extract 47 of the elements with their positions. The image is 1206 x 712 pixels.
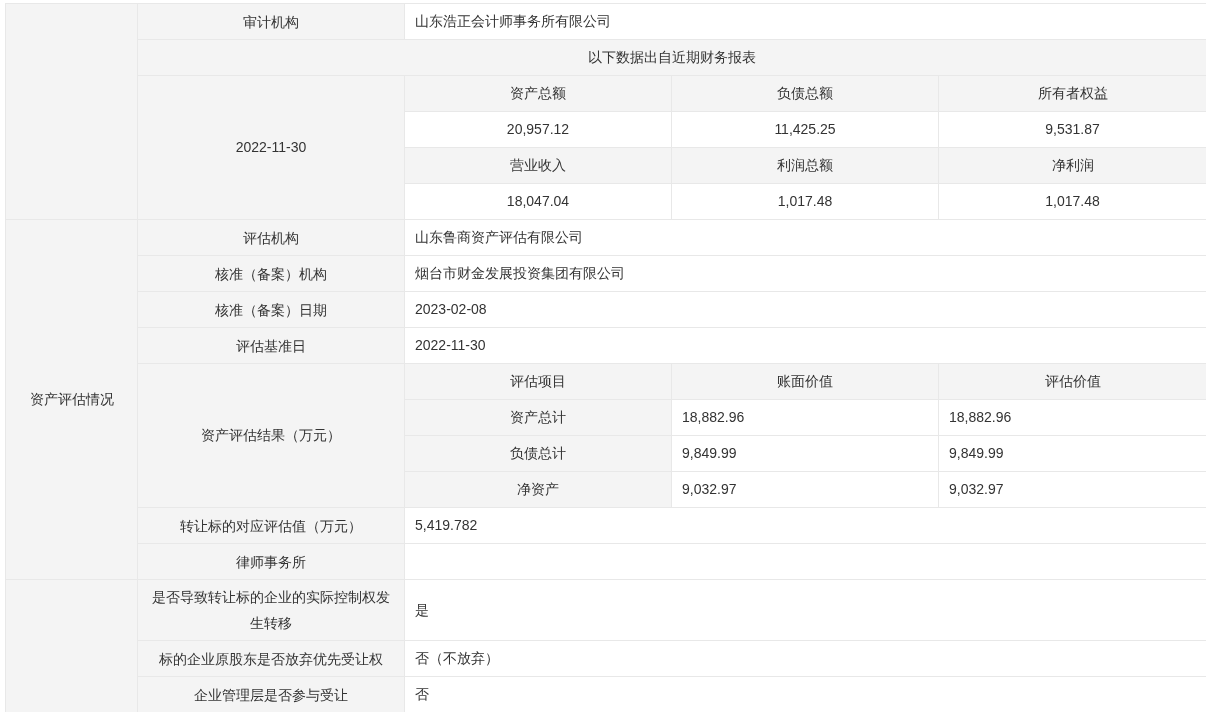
report-date: 2022-11-30: [137, 75, 405, 220]
field-label: 标的企业原股东是否放弃优先受让权: [137, 640, 405, 677]
table-cell: 18,882.96: [671, 399, 939, 436]
field-value: 否（不放弃）: [404, 640, 1206, 677]
field-label: 转让标的对应评估值（万元）: [137, 507, 405, 544]
column-header: 利润总额: [671, 147, 939, 184]
column-header: 资产总额: [404, 75, 672, 112]
field-label: 核准（备案）日期: [137, 291, 405, 328]
column-header: 净利润: [938, 147, 1206, 184]
field-label: 律师事务所: [137, 543, 405, 580]
field-label: 审计机构: [137, 3, 405, 40]
table-cell: 9,032.97: [671, 471, 939, 508]
field-label: 评估机构: [137, 219, 405, 256]
field-value: 2023-02-08: [404, 291, 1206, 328]
field-value: 烟台市财金发展投资集团有限公司: [404, 255, 1206, 292]
table-cell: 9,849.99: [671, 435, 939, 472]
column-header: 账面价值: [671, 363, 939, 400]
column-header: 所有者权益: [938, 75, 1206, 112]
column-header: 营业收入: [404, 147, 672, 184]
table-cell: 1,017.48: [938, 183, 1206, 220]
table-cell: 9,032.97: [938, 471, 1206, 508]
field-label: 资产评估结果（万元）: [137, 363, 405, 508]
field-value: 否: [404, 676, 1206, 712]
column-header: 评估项目: [404, 363, 672, 400]
table-cell: 18,882.96: [938, 399, 1206, 436]
field-label: 是否导致转让标的企业的实际控制权发生转移: [137, 579, 405, 641]
field-value: 山东浩正会计师事务所有限公司: [404, 3, 1206, 40]
table-cell: 9,531.87: [938, 111, 1206, 148]
section-label: 资产评估情况: [5, 219, 138, 580]
table-cell: 11,425.25: [671, 111, 939, 148]
column-header: 负债总额: [671, 75, 939, 112]
field-value: 5,419.782: [404, 507, 1206, 544]
field-label: 企业管理层是否参与受让: [137, 676, 405, 712]
section-heading: 以下数据出自近期财务报表: [137, 39, 1206, 76]
row-header: 负债总计: [404, 435, 672, 472]
column-header: 评估价值: [938, 363, 1206, 400]
table-cell: 1,017.48: [671, 183, 939, 220]
table-cell: 20,957.12: [404, 111, 672, 148]
table-cell: 18,047.04: [404, 183, 672, 220]
row-header: 资产总计: [404, 399, 672, 436]
table-cell: 9,849.99: [938, 435, 1206, 472]
row-header: 净资产: [404, 471, 672, 508]
field-value: 2022-11-30: [404, 327, 1206, 364]
field-label: 核准（备案）机构: [137, 255, 405, 292]
field-value: 是: [404, 579, 1206, 641]
field-value: 山东鲁商资产评估有限公司: [404, 219, 1206, 256]
field-label: 评估基准日: [137, 327, 405, 364]
